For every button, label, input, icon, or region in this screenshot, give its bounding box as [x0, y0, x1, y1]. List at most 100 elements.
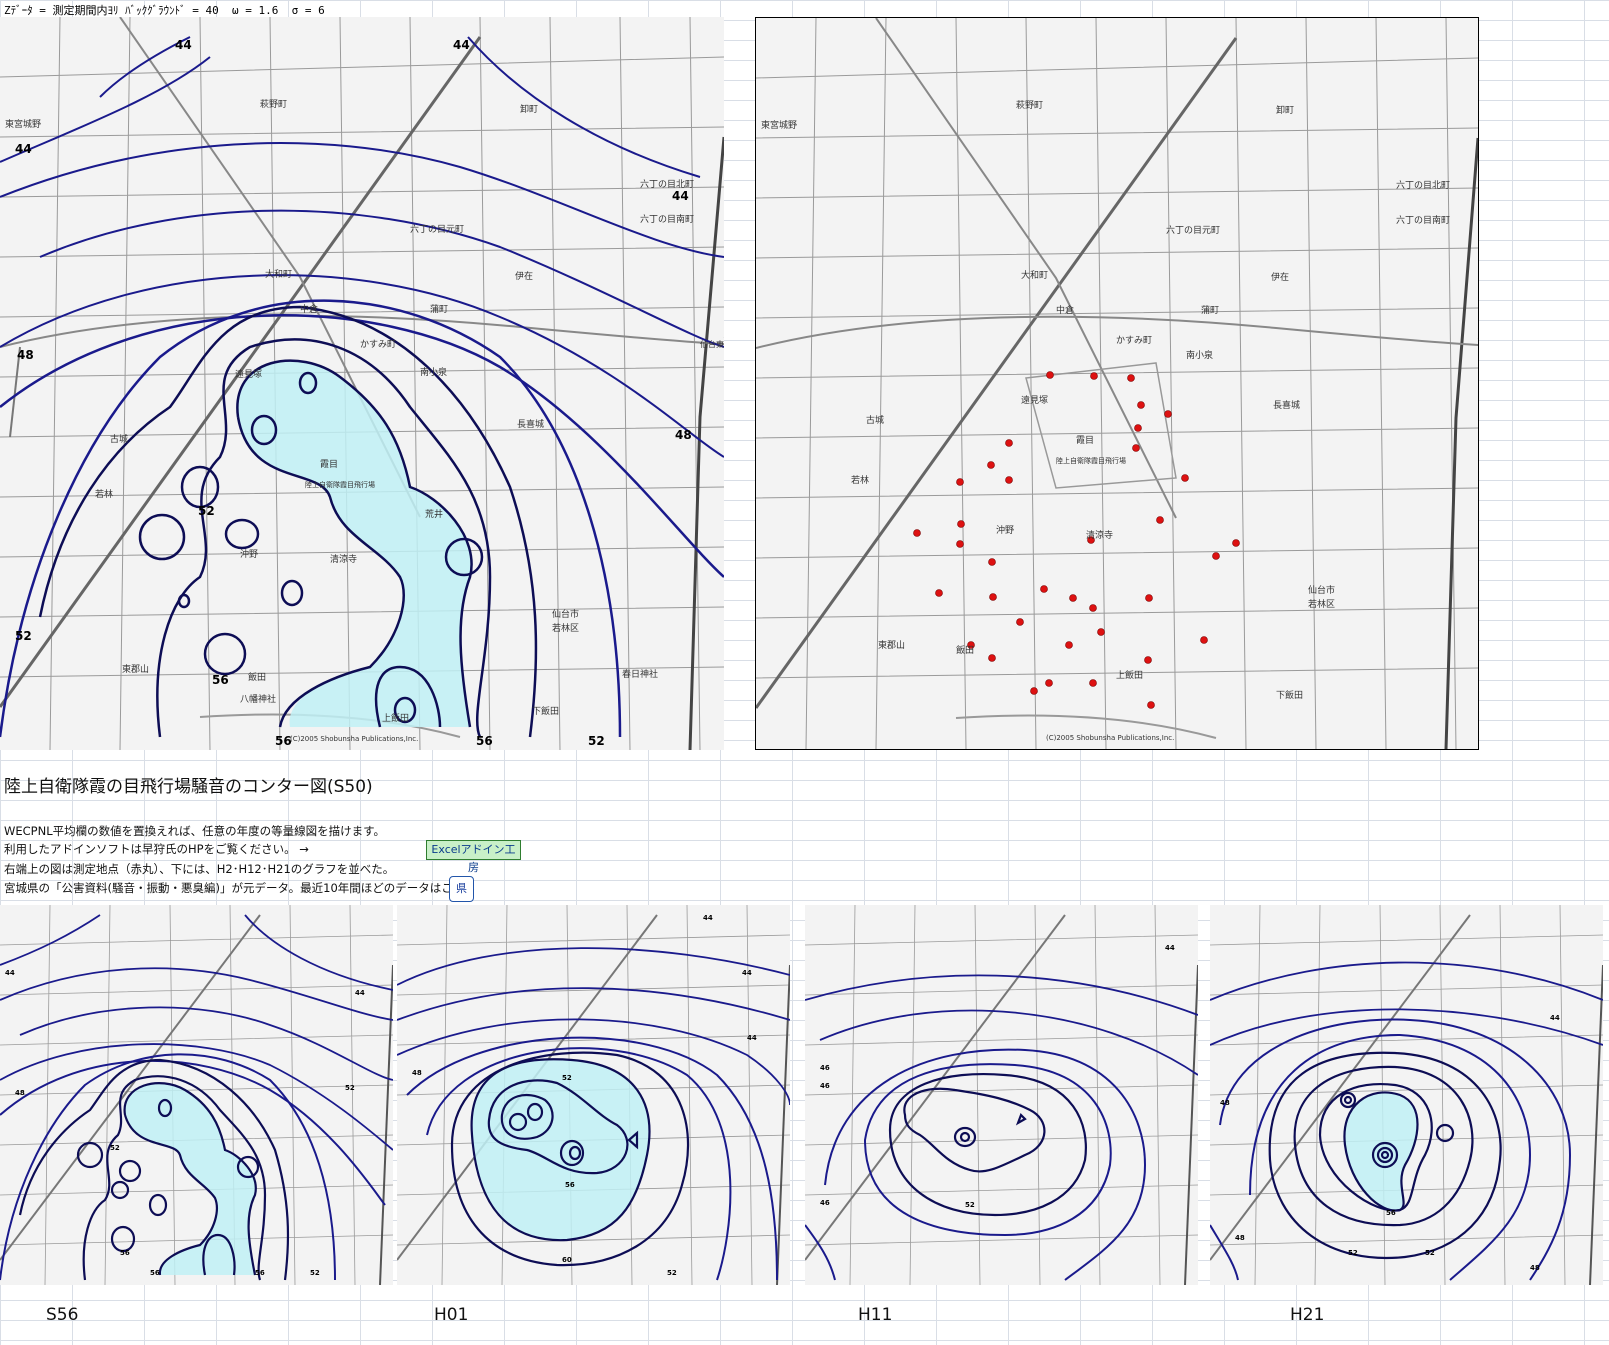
measurement-point [956, 540, 964, 548]
parameter-line: Zﾃﾞｰﾀ = 測定期間内ﾖﾘ ﾊﾞｯｸｸﾞﾗｳﾝﾄﾞ = 40 ω = 1.6… [4, 4, 325, 17]
measurement-point [1212, 552, 1220, 560]
year-label-h21: H21 [1290, 1305, 1325, 1325]
svg-text:飯田: 飯田 [248, 671, 266, 683]
contour-label: 56 [150, 1269, 160, 1277]
svg-text:南小泉: 南小泉 [420, 366, 447, 378]
contour-label: 48 [412, 1069, 422, 1077]
contour-label: 52 [110, 1144, 120, 1152]
contour-label: 46 [820, 1064, 830, 1072]
measurement-point [1137, 401, 1145, 409]
svg-text:清涼寺: 清涼寺 [330, 553, 357, 565]
contour-label: 48 [1530, 1264, 1540, 1272]
contour-label: 56 [1386, 1209, 1396, 1217]
contour-label: 52 [198, 504, 215, 518]
map-roads [756, 18, 1478, 749]
contour-map-s56: 44 44 48 52 52 56 56 52 56 [0, 905, 393, 1285]
svg-text:若林: 若林 [851, 474, 869, 486]
svg-text:沖野: 沖野 [240, 548, 258, 560]
svg-text:伊在: 伊在 [515, 270, 533, 282]
contour-label: 44 [747, 1034, 757, 1042]
contour-label: 44 [15, 142, 32, 156]
measurement-point [1181, 474, 1189, 482]
contour-label: 44 [355, 989, 365, 997]
contour-label: 60 [562, 1256, 572, 1264]
svg-text:(C)2005 Shobunsha Publications: (C)2005 Shobunsha Publications,Inc. [290, 735, 418, 743]
measurement-point [1145, 594, 1153, 602]
svg-text:伊在: 伊在 [1271, 271, 1289, 283]
contour-label: 52 [1425, 1249, 1435, 1257]
svg-text:荒井: 荒井 [425, 508, 443, 520]
measurement-point [1144, 656, 1152, 664]
svg-text:遠見塚: 遠見塚 [1021, 394, 1048, 406]
description-line: 宮城県の「公害資料(騒音・振動・悪臭編)」が元データ。最近10年間ほどのデータは… [4, 881, 476, 895]
measurement-point [1232, 539, 1240, 547]
svg-text:八幡神社: 八幡神社 [240, 693, 276, 705]
svg-text:東郡山: 東郡山 [878, 639, 905, 651]
map-roads [805, 905, 1198, 1285]
measurement-point [1132, 444, 1140, 452]
svg-text:春日神社: 春日神社 [622, 668, 658, 680]
svg-text:卸町: 卸町 [1276, 104, 1294, 116]
svg-text:六丁の目北町: 六丁の目北町 [640, 178, 694, 190]
measurement-point [1016, 618, 1024, 626]
contour-label: 48 [17, 348, 34, 362]
contour-label: 44 [1165, 944, 1175, 952]
measurement-point [1040, 585, 1048, 593]
svg-text:若林区: 若林区 [552, 622, 579, 634]
svg-text:東宮城野: 東宮城野 [761, 119, 797, 131]
measurement-point [1005, 439, 1013, 447]
contour-label: 52 [588, 734, 605, 748]
contour-label: 48 [675, 428, 692, 442]
measurement-point [1147, 701, 1155, 709]
measurement-point [987, 461, 995, 469]
measurement-point [1069, 594, 1077, 602]
svg-text:蒲町: 蒲町 [1201, 304, 1219, 316]
contour-label: 48 [1220, 1099, 1230, 1107]
year-label-h11: H11 [858, 1305, 893, 1325]
measurement-point [1030, 687, 1038, 695]
svg-text:仙台市: 仙台市 [552, 608, 579, 620]
svg-text:蒲町: 蒲町 [430, 303, 448, 315]
measurement-point [956, 478, 964, 486]
svg-text:長喜城: 長喜城 [517, 418, 544, 430]
svg-text:霞目: 霞目 [320, 459, 338, 470]
contour-label: 48 [15, 1089, 25, 1097]
description-line: 右端上の図は測定地点（赤丸）、下には、H2･H12･H21のグラフを並べた。 [4, 862, 395, 876]
contour-label: 56 [565, 1181, 575, 1189]
measurement-point [913, 529, 921, 537]
measurement-point [1065, 641, 1073, 649]
svg-text:(C)2005 Shobunsha Publications: (C)2005 Shobunsha Publications,Inc. [1046, 734, 1174, 742]
description-line: WECPNL平均欄の数値を置換えれば、任意の年度の等量線図を描けます。 [4, 824, 385, 838]
svg-text:六丁の目南町: 六丁の目南町 [640, 213, 694, 225]
contour-label: 52 [310, 1269, 320, 1277]
contour-label: 52 [345, 1084, 355, 1092]
map-roads [0, 905, 393, 1285]
svg-text:清涼寺: 清涼寺 [1086, 529, 1113, 541]
svg-text:陸上自衛隊霞目飛行場: 陸上自衛隊霞目飛行場 [305, 480, 375, 489]
svg-text:かすみ町: かすみ町 [1116, 335, 1152, 346]
contour-map-h11: 44 46 46 52 46 [805, 905, 1198, 1285]
svg-text:中倉: 中倉 [300, 303, 318, 315]
svg-text:古城: 古城 [866, 414, 884, 426]
svg-text:南小泉: 南小泉 [1186, 349, 1213, 361]
prefecture-data-link-button[interactable]: 県 [449, 876, 474, 902]
svg-text:かすみ町: かすみ町 [360, 339, 396, 350]
svg-text:卸町: 卸町 [520, 103, 538, 115]
contour-map-s50: 44 44 44 44 48 48 52 52 56 56 56 52 東宮城野… [0, 17, 724, 750]
contour-label: 56 [212, 673, 229, 687]
svg-text:古城: 古城 [110, 433, 128, 445]
measurement-point [1156, 516, 1164, 524]
contour-label: 46 [820, 1199, 830, 1207]
measurement-point [1127, 374, 1135, 382]
svg-text:長喜城: 長喜城 [1273, 399, 1300, 411]
contour-label: 44 [5, 969, 15, 977]
excel-addin-link-button[interactable]: Excelアドイン工房 [426, 840, 521, 874]
contour-map-h21: 44 48 48 52 56 52 48 [1210, 905, 1603, 1285]
svg-text:飯田: 飯田 [956, 644, 974, 656]
svg-text:陸上自衛隊霞目飛行場: 陸上自衛隊霞目飛行場 [1056, 456, 1126, 465]
measurement-point [988, 558, 996, 566]
contour-label: 44 [742, 969, 752, 977]
measurement-point [1089, 604, 1097, 612]
svg-text:大和町: 大和町 [265, 268, 292, 280]
measurement-point [1089, 679, 1097, 687]
